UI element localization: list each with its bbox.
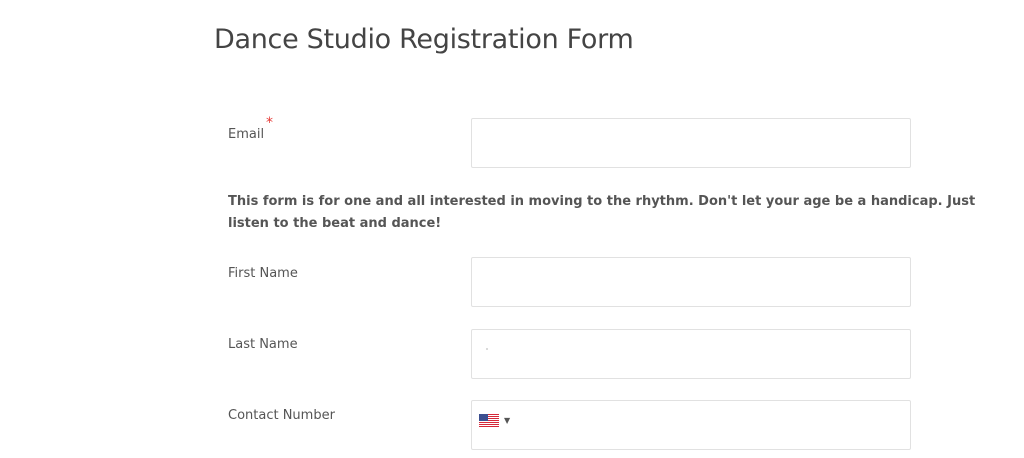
form-description: This form is for one and all interested …	[228, 194, 976, 231]
us-flag-icon	[479, 414, 499, 427]
contact-number-field[interactable]	[471, 400, 911, 450]
email-field[interactable]	[471, 118, 911, 168]
registration-page: Dance Studio Registration Form Email * T…	[0, 0, 1024, 458]
last-name-caret-mark	[486, 348, 488, 350]
required-marker: *	[266, 115, 273, 131]
chevron-down-icon: ▼	[504, 415, 511, 425]
last-name-field[interactable]	[471, 329, 911, 379]
page-title: Dance Studio Registration Form	[214, 24, 634, 55]
first-name-field[interactable]	[471, 257, 911, 307]
last-name-label: Last Name	[228, 337, 298, 352]
contact-number-label: Contact Number	[228, 408, 335, 423]
email-label: Email	[228, 127, 265, 142]
first-name-label: First Name	[228, 266, 298, 281]
country-selector[interactable]: ▼	[479, 414, 510, 427]
